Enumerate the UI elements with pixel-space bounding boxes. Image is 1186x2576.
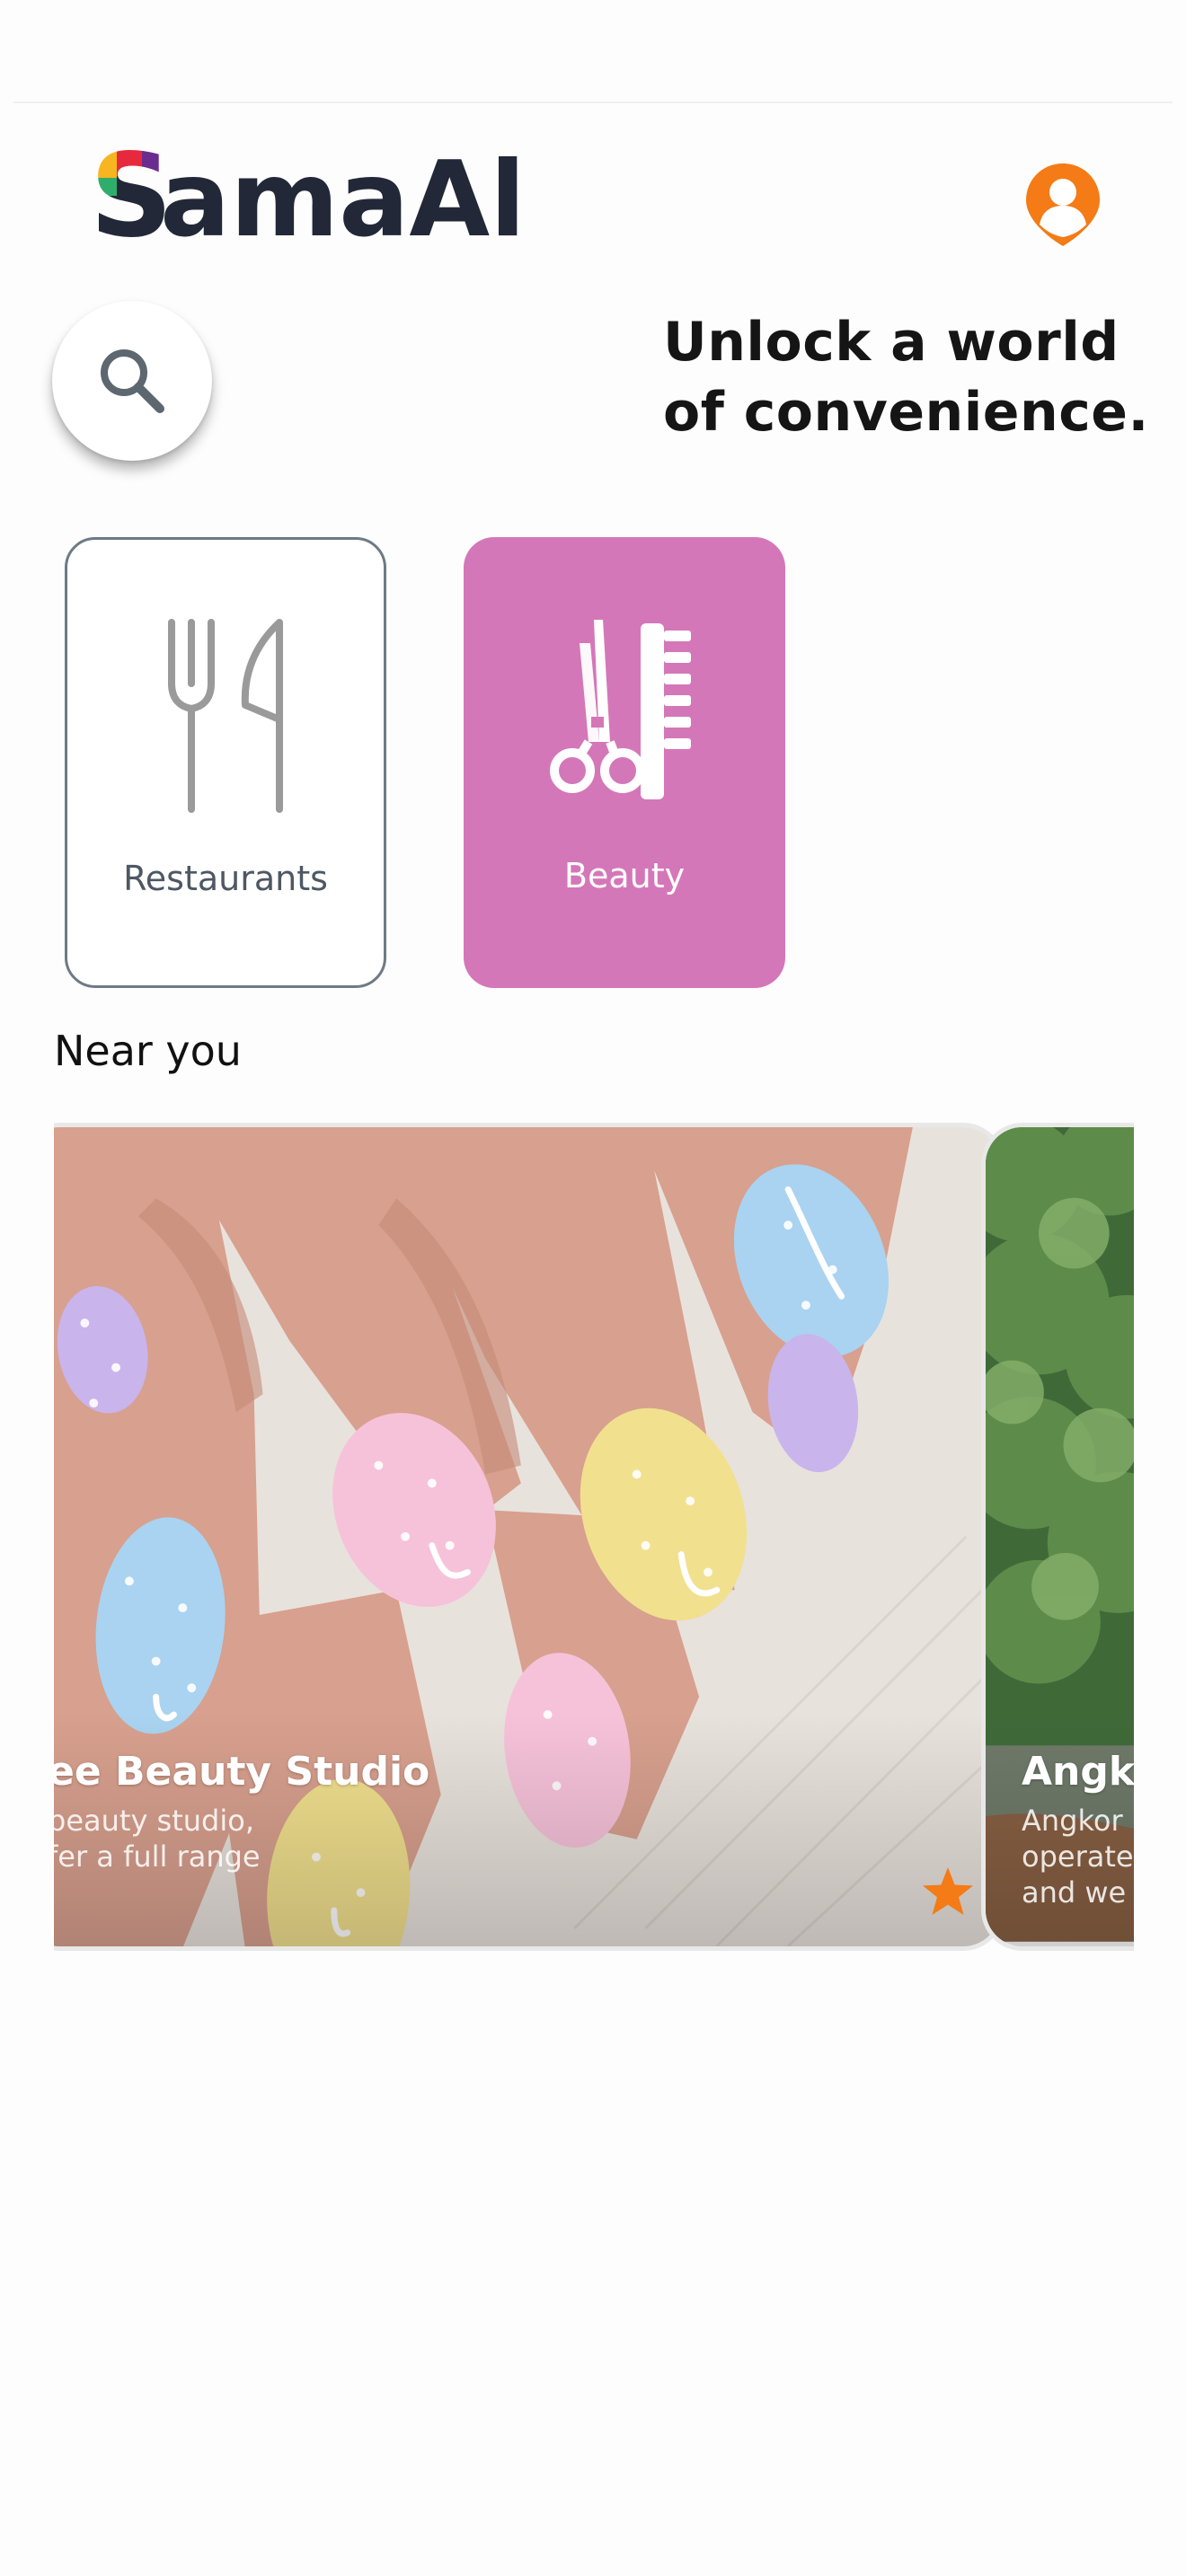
top-divider xyxy=(13,101,1173,103)
category-label: Restaurants xyxy=(123,859,328,898)
venue-name: ee Beauty Studio xyxy=(54,1749,430,1795)
category-restaurants[interactable]: Restaurants xyxy=(65,537,386,988)
search-button[interactable] xyxy=(52,301,212,461)
category-label: Beauty xyxy=(563,856,686,895)
section-title-near-you: Near you xyxy=(54,1027,242,1075)
profile-button[interactable] xyxy=(1022,162,1103,248)
svg-text:amaAll: amaAll xyxy=(160,139,530,251)
venue-name: Angk xyxy=(1022,1749,1134,1795)
fork-knife-icon xyxy=(168,619,283,813)
venue-description: Angkor operate and we xyxy=(1022,1804,1134,1910)
venue-card[interactable]: ee Beauty Studio beauty studio, fer a fu… xyxy=(54,1123,1005,1951)
venue-card[interactable]: Angk Angkor operate and we xyxy=(981,1123,1134,1951)
app-screen: S amaAll Unlock a world of xyxy=(0,0,1186,2576)
app-logo: S amaAll xyxy=(90,135,530,251)
favorite-star-icon[interactable] xyxy=(921,1866,975,1918)
search-icon xyxy=(101,349,164,413)
venue-description: beauty studio, fer a full range xyxy=(54,1804,261,1874)
venue-carousel[interactable]: ee Beauty Studio beauty studio, fer a fu… xyxy=(54,1123,1134,1951)
samaall-logo-icon: S amaAll xyxy=(90,135,530,251)
category-beauty[interactable]: Beauty xyxy=(464,537,785,988)
scissors-comb-icon xyxy=(550,620,691,799)
tagline: Unlock a world of convenience. xyxy=(663,311,1149,444)
user-location-pin-icon xyxy=(1026,163,1100,246)
